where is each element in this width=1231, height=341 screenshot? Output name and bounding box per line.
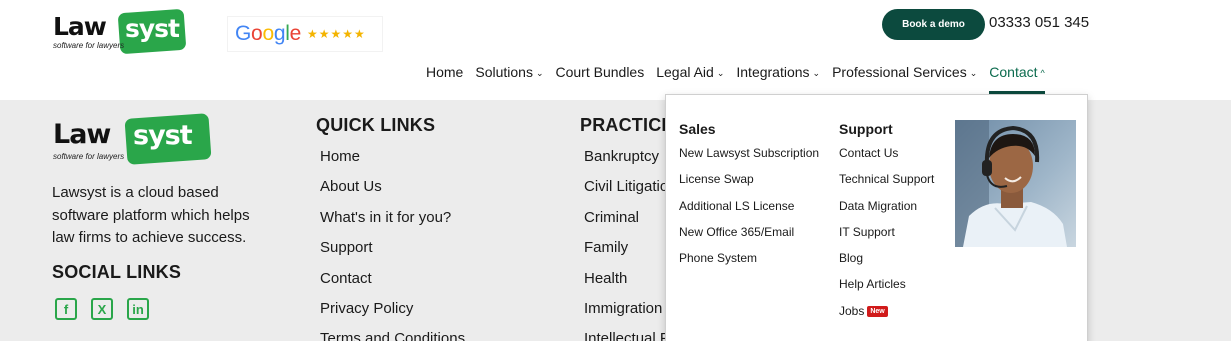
- menu-item-technical-support[interactable]: Technical Support: [839, 171, 934, 197]
- nav-label: Solutions: [475, 64, 533, 80]
- rating-stars-icon: ★★★★★: [306, 27, 366, 41]
- quick-link-terms[interactable]: Terms and Conditions: [320, 324, 465, 341]
- menu-item-new-subscription[interactable]: New Lawsyst Subscription: [679, 145, 819, 171]
- menu-item-additional-license[interactable]: Additional LS License: [679, 198, 819, 224]
- quick-link-support[interactable]: Support: [320, 233, 465, 263]
- nav-label: Contact: [989, 64, 1038, 80]
- quick-link-about-us[interactable]: About Us: [320, 172, 465, 202]
- social-links: f X in: [55, 298, 149, 320]
- nav-contact[interactable]: Contact ^: [989, 64, 1056, 94]
- menu-item-office-365[interactable]: New Office 365/Email: [679, 224, 819, 250]
- quick-links-heading: QUICK LINKS: [316, 115, 436, 135]
- nav-label: Home: [426, 64, 464, 80]
- support-heading: Support: [839, 121, 893, 137]
- menu-item-label: Jobs: [839, 303, 865, 318]
- chevron-up-icon: ^: [1040, 68, 1045, 78]
- contact-dropdown-menu: Sales New Lawsyst Subscription License S…: [665, 94, 1088, 341]
- nav-label: Legal Aid: [656, 64, 714, 80]
- menu-item-jobs[interactable]: Jobs New: [839, 303, 934, 329]
- quick-links-list: Home About Us What's in it for you? Supp…: [320, 142, 465, 341]
- main-nav: Home Solutions ⌄ Court Bundles Legal Aid ⌄…: [426, 64, 1057, 94]
- facebook-icon[interactable]: f: [55, 298, 77, 320]
- support-column: Support Contact Us Technical Support Dat…: [839, 121, 934, 329]
- support-list: Contact Us Technical Support Data Migrat…: [839, 145, 934, 329]
- nav-solutions[interactable]: Solutions ⌄: [475, 64, 555, 94]
- linkedin-icon[interactable]: in: [127, 298, 149, 320]
- nav-legal-aid[interactable]: Legal Aid ⌄: [656, 64, 736, 94]
- menu-item-it-support[interactable]: IT Support: [839, 224, 934, 250]
- logo-word-law: Law: [53, 119, 111, 150]
- book-demo-button[interactable]: Book a demo: [882, 9, 985, 40]
- google-rating-badge[interactable]: Google ★★★★★: [227, 16, 383, 52]
- menu-item-contact-us[interactable]: Contact Us: [839, 145, 934, 171]
- menu-item-blog[interactable]: Blog: [839, 250, 934, 276]
- logo-tagline: software for lawyers: [53, 152, 125, 161]
- quick-link-contact[interactable]: Contact: [320, 264, 465, 294]
- google-wordmark: Google: [235, 22, 301, 45]
- chevron-down-icon: ⌄: [812, 68, 821, 78]
- nav-integrations[interactable]: Integrations ⌄: [736, 64, 832, 94]
- nav-label: Court Bundles: [555, 64, 645, 80]
- nav-home[interactable]: Home: [426, 64, 475, 94]
- logo-word-syst: syst: [125, 14, 180, 43]
- site-header: Law syst software for lawyers Google ★★★…: [0, 0, 1231, 100]
- lawsyst-logo[interactable]: Law syst software for lawyers: [53, 8, 188, 56]
- x-twitter-icon[interactable]: X: [91, 298, 113, 320]
- sales-heading: Sales: [679, 121, 716, 137]
- logo-tagline: software for lawyers: [53, 41, 125, 50]
- chevron-down-icon: ⌄: [969, 68, 978, 78]
- quick-link-privacy-policy[interactable]: Privacy Policy: [320, 294, 465, 324]
- footer-lawsyst-logo[interactable]: Law syst software for lawyers: [53, 113, 213, 165]
- quick-link-home[interactable]: Home: [320, 142, 465, 172]
- nav-label: Professional Services: [832, 64, 967, 80]
- social-links-heading: SOCIAL LINKS: [52, 262, 182, 282]
- nav-professional-services[interactable]: Professional Services ⌄: [832, 64, 989, 94]
- footer-about-text: Lawsyst is a cloud based software platfo…: [52, 184, 250, 246]
- sales-list: New Lawsyst Subscription License Swap Ad…: [679, 145, 819, 276]
- logo-word-syst: syst: [133, 120, 193, 151]
- nav-label: Integrations: [736, 64, 810, 80]
- new-badge: New: [867, 305, 888, 317]
- menu-item-license-swap[interactable]: License Swap: [679, 171, 819, 197]
- phone-number[interactable]: 03333 051 345: [989, 14, 1089, 31]
- menu-item-help-articles[interactable]: Help Articles: [839, 276, 934, 302]
- nav-court-bundles[interactable]: Court Bundles: [556, 64, 657, 94]
- menu-item-phone-system[interactable]: Phone System: [679, 250, 819, 276]
- logo-word-law: Law: [53, 12, 107, 41]
- chevron-down-icon: ⌄: [535, 68, 544, 78]
- quick-link-whats-in-it[interactable]: What's in it for you?: [320, 203, 465, 233]
- menu-item-data-migration[interactable]: Data Migration: [839, 198, 934, 224]
- sales-column: Sales New Lawsyst Subscription License S…: [679, 121, 819, 276]
- support-agent-photo: [955, 120, 1076, 247]
- chevron-down-icon: ⌄: [716, 68, 725, 78]
